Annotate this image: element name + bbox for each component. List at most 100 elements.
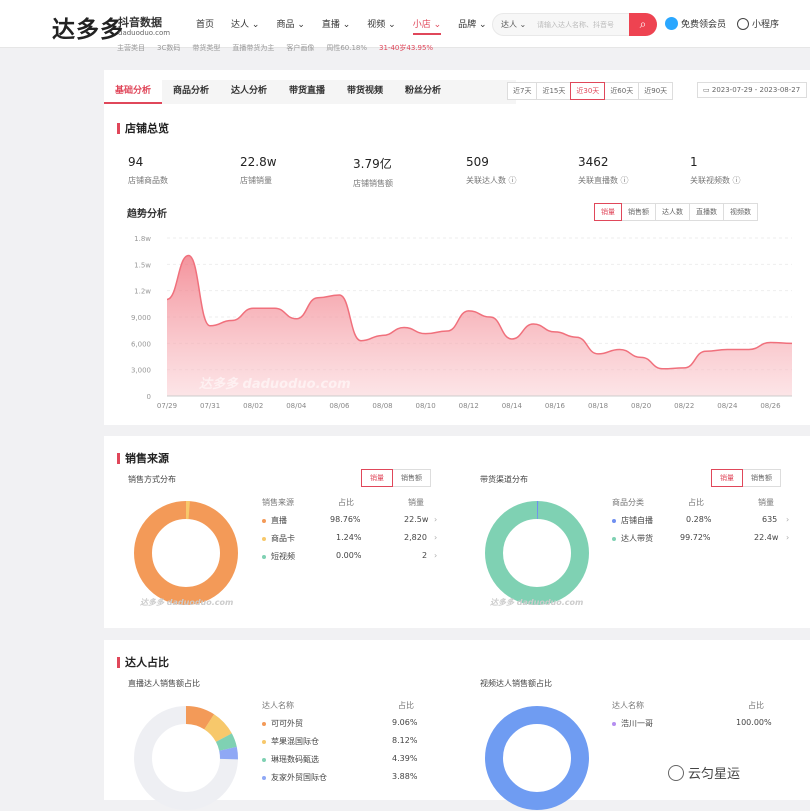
day-30[interactable]: 近30天 (570, 82, 606, 100)
table-row[interactable]: 店铺自播 0.28% 635 › (612, 515, 792, 533)
nav-live[interactable]: 直播 ⌄ (322, 17, 350, 35)
table-row[interactable]: 商品卡 1.24% 2,820 › (262, 533, 442, 551)
live-talent-table: 达人名称 占比 可可外贸 9.06% 苹果混国际仓 8.12% 琳瑶数码甄选 4… (262, 700, 422, 790)
video-talent-subtitle: 视频达人销售额占比 (480, 679, 552, 688)
search-icon: ⌕ (639, 17, 647, 31)
chevron-right-icon: › (434, 533, 438, 542)
x-tick-label: 08/14 (502, 402, 523, 410)
table-row[interactable]: 友家外贸国际仓 3.88% (262, 772, 422, 790)
y-tick-label: 1.5w (134, 261, 151, 269)
stat-products: 94 店铺商品数 (128, 155, 168, 185)
day-15[interactable]: 近15天 (536, 82, 572, 100)
video-talent-donut (485, 706, 589, 810)
tab-live[interactable]: 带货直播 (278, 80, 336, 104)
table-row[interactable]: 浩川一哥 100.00% (612, 718, 772, 736)
shop-info-strip: 主营类目 3C数码 带货类型 直播带货为主 客户画像 周性60.18% 31-4… (117, 43, 445, 53)
x-tick-label: 08/08 (372, 402, 392, 410)
nav-home[interactable]: 首页 (196, 17, 214, 35)
trend-chart: 0 3,000 6,000 9,000 1.2w 1.5w 1.8w 07/29 07/31 08… (131, 235, 793, 410)
main-nav: 首页 达人 ⌄ 商品 ⌄ 直播 ⌄ 视频 ⌄ 小店 ⌄ 品牌 ⌄ (196, 17, 504, 35)
y-tick-label: 3,000 (131, 367, 151, 375)
nav-video[interactable]: 视频 ⌄ (367, 17, 395, 35)
x-tick-label: 07/31 (200, 402, 220, 410)
wechat-icon (668, 764, 684, 781)
free-member-link[interactable]: 免费领会员 (665, 17, 726, 30)
toggle-amount[interactable]: 销售额 (392, 469, 431, 487)
search-box: 达人 ⌄ 请输入达人名称、抖音号 ⌕ (492, 13, 657, 36)
stat-video-count: 1 关联视频数 ⓘ (690, 155, 741, 185)
strip-value: 直播带货为主 (232, 44, 275, 52)
strip-value: 31-40岁43.95% (379, 44, 434, 52)
strip-label: 带货类型 (192, 44, 221, 52)
day-7[interactable]: 近7天 (507, 82, 538, 100)
table-row[interactable]: 琳瑶数码甄选 4.39% (262, 754, 422, 772)
y-tick-label: 9,000 (131, 314, 151, 322)
y-tick-label: 6,000 (131, 340, 151, 348)
toggle-volume[interactable]: 销量 (711, 469, 743, 487)
toggle-volume[interactable]: 销量 (361, 469, 393, 487)
metric-video[interactable]: 视频数 (723, 203, 758, 221)
donut-slice-talent (485, 501, 589, 605)
table-header: 销售来源 占比 销量 (262, 498, 424, 507)
nav-product[interactable]: 商品 ⌄ (276, 17, 304, 35)
sales-method-table: 销售来源 占比 销量 直播 98.76% 22.5w › 商品卡 1.24% 2… (262, 497, 442, 569)
tab-talent[interactable]: 达人分析 (220, 80, 278, 104)
search-type-select[interactable]: 达人 ⌄ (501, 19, 526, 30)
table-row[interactable]: 直播 98.76% 22.5w › (262, 515, 442, 533)
sales-method-donut (134, 501, 238, 605)
logo-subtitle: 抖音数据 (118, 16, 162, 29)
x-tick-label: 08/16 (545, 402, 566, 410)
chevron-right-icon: › (786, 533, 790, 542)
table-row[interactable]: 苹果混国际仓 8.12% (262, 736, 422, 754)
metric-amount[interactable]: 销售额 (621, 203, 656, 221)
mini-program-icon (737, 17, 749, 30)
sales-method-subtitle: 销售方式分布 (128, 475, 176, 484)
tab-basic[interactable]: 基础分析 (104, 80, 162, 104)
stat-live-count: 3462 关联直播数 ⓘ (578, 155, 629, 185)
nav-shop[interactable]: 小店 ⌄ (412, 17, 442, 35)
live-talent-donut (134, 706, 238, 810)
nav-talent[interactable]: 达人 ⌄ (231, 17, 259, 35)
y-tick-label: 1.8w (134, 235, 151, 243)
mini-program-link[interactable]: 小程序 (737, 17, 779, 30)
date-range-picker[interactable]: ▭ 2023-07-29 - 2023-08-27 (697, 82, 807, 98)
x-tick-label: 08/18 (588, 402, 608, 410)
x-tick-label: 08/26 (760, 402, 781, 410)
tab-product[interactable]: 商品分析 (162, 80, 220, 104)
corner-watermark: 云匀星运 (668, 763, 740, 782)
trend-title: 趋势分析 (127, 209, 167, 220)
nav-brand[interactable]: 品牌 ⌄ (458, 17, 486, 35)
sales-method-toggle: 销量 销售额 (361, 469, 431, 487)
table-header: 达人名称 占比 (612, 701, 764, 710)
chevron-right-icon: › (434, 515, 438, 524)
metric-volume[interactable]: 销量 (594, 203, 622, 221)
section-title-sales: 销售来源 (117, 450, 169, 466)
tab-video[interactable]: 带货视频 (336, 80, 394, 104)
metric-talent[interactable]: 达人数 (655, 203, 690, 221)
watermark: 达多多 daduoduo.com (490, 598, 584, 607)
search-input[interactable]: 请输入达人名称、抖音号 (537, 20, 614, 30)
day-60[interactable]: 近60天 (604, 82, 640, 100)
logo[interactable]: 达多多 (52, 10, 124, 44)
tab-fans[interactable]: 粉丝分析 (394, 80, 452, 104)
chevron-right-icon: › (434, 551, 438, 560)
metric-live[interactable]: 直播数 (689, 203, 724, 221)
x-tick-label: 08/22 (674, 402, 694, 410)
strip-label: 主营类目 (117, 44, 145, 52)
channel-subtitle: 带货渠道分布 (480, 475, 528, 484)
section-title-overview: 店铺总览 (117, 120, 169, 136)
search-button[interactable]: ⌕ (629, 13, 657, 36)
chart-watermark: 达多多 daduoduo.com (199, 376, 351, 392)
day-90[interactable]: 近90天 (638, 82, 674, 100)
stat-talent-count: 509 关联达人数 ⓘ (466, 155, 517, 185)
stat-sales-amount: 3.79亿 店铺销售额 (353, 157, 393, 188)
table-row[interactable]: 可可外贸 9.06% (262, 718, 422, 736)
table-row[interactable]: 短视频 0.00% 2 › (262, 551, 442, 569)
x-tick-label: 08/20 (631, 402, 651, 410)
toggle-amount[interactable]: 销售额 (742, 469, 781, 487)
x-tick-label: 08/02 (243, 402, 263, 410)
y-tick-label: 0 (147, 393, 151, 401)
table-header: 达人名称 占比 (262, 701, 414, 710)
table-header: 商品分类 占比 销量 (612, 498, 774, 507)
table-row[interactable]: 达人带货 99.72% 22.4w › (612, 533, 792, 551)
